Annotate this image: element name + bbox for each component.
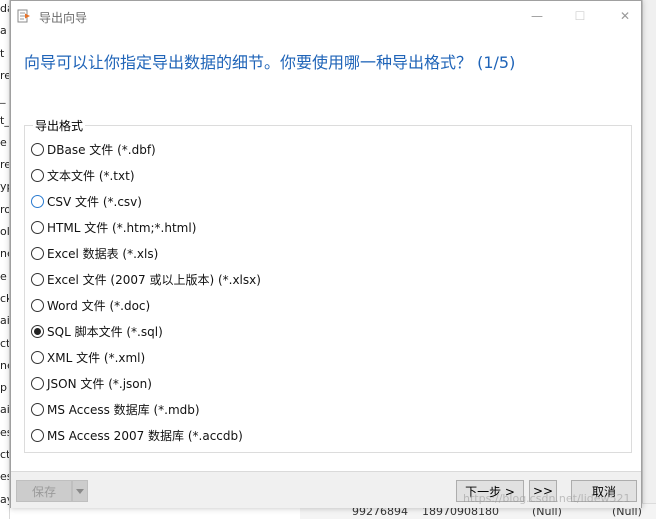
format-option-mdb[interactable]: MS Access 数据库 (*.mdb) (31, 400, 200, 418)
background-text-fragment: ro (0, 202, 10, 216)
format-option-html[interactable]: HTML 文件 (*.htm;*.html) (31, 218, 196, 236)
title-bar[interactable]: 导出向导 — ☐ ✕ (11, 1, 641, 32)
background-text-fragment: e (0, 135, 7, 149)
format-option-label: Excel 数据表 (*.xls) (47, 246, 159, 261)
format-option-csv[interactable]: CSV 文件 (*.csv) (31, 192, 142, 210)
background-text-fragment: es (0, 470, 9, 484)
background-text-fragment: _ (0, 91, 6, 105)
background-text-fragment: ct (0, 448, 10, 461)
format-option-label: DBase 文件 (*.dbf) (47, 142, 156, 157)
background-text-fragment: da (0, 2, 9, 15)
radio-icon[interactable] (31, 272, 44, 286)
format-option-xls[interactable]: Excel 数据表 (*.xls) (31, 244, 158, 262)
export-format-group-label: 导出格式 (33, 117, 86, 134)
background-text-fragment: t (0, 46, 5, 60)
window-title: 导出向导 (39, 11, 88, 25)
background-text-fragment: ol (0, 225, 10, 238)
format-option-accdb[interactable]: MS Access 2007 数据库 (*.accdb) (31, 426, 243, 444)
format-option-json[interactable]: JSON 文件 (*.json) (31, 374, 152, 392)
radio-icon[interactable] (31, 402, 44, 416)
format-option-label: SQL 脚本文件 (*.sql) (47, 324, 163, 339)
minimize-icon[interactable]: — (523, 5, 551, 27)
radio-icon[interactable] (31, 350, 44, 364)
format-option-label: MS Access 数据库 (*.mdb) (47, 402, 200, 417)
background-text-fragment: t_ (0, 113, 10, 127)
background-text-fragment: ct (0, 336, 10, 350)
background-app-left-strip: da at re _ t_e re yp ro ol ne e ck ai ct ne p ai es ct es ay (0, 0, 10, 519)
export-wizard-icon (17, 9, 30, 23)
save-button[interactable]: 保存 (16, 480, 72, 502)
format-option-txt[interactable]: 文本文件 (*.txt) (31, 166, 135, 184)
watermark-text: https://blog.csdn.net/lidew521 (463, 492, 631, 505)
wizard-heading: 向导可以让你指定导出数据的细节。你要使用哪一种导出格式？ (1/5) (24, 53, 516, 72)
chevron-down-icon (76, 488, 84, 494)
background-text-fragment: yp (0, 180, 9, 194)
format-option-sql[interactable]: SQL 脚本文件 (*.sql) (31, 322, 163, 340)
radio-icon[interactable] (31, 142, 44, 156)
radio-icon[interactable] (31, 428, 44, 442)
format-option-label: XML 文件 (*.xml) (47, 350, 146, 365)
format-option-label: CSV 文件 (*.csv) (47, 194, 142, 209)
radio-icon[interactable] (31, 168, 44, 182)
radio-icon[interactable] (31, 220, 44, 234)
radio-icon[interactable] (31, 194, 44, 208)
save-dropdown-button[interactable] (72, 480, 88, 502)
background-text-fragment: re (0, 68, 10, 82)
maximize-icon[interactable]: ☐ (566, 5, 594, 27)
format-option-label: Excel 文件 (2007 或以上版本) (*.xlsx) (47, 272, 261, 287)
format-option-label: JSON 文件 (*.json) (47, 376, 152, 391)
background-text-fragment: a (0, 24, 7, 38)
background-text-fragment: ay (0, 492, 9, 506)
format-option-label: 文本文件 (*.txt) (47, 168, 135, 183)
background-app-right-edge (642, 0, 656, 519)
background-text-fragment: ne (0, 358, 9, 372)
radio-icon[interactable] (31, 376, 44, 390)
export-wizard-dialog: 导出向导 — ☐ ✕ 向导可以让你指定导出数据的细节。你要使用哪一种导出格式？ … (10, 0, 642, 508)
background-text-fragment: ai (0, 403, 10, 417)
format-option-label: MS Access 2007 数据库 (*.accdb) (47, 428, 243, 443)
background-text-fragment: ck (0, 291, 9, 305)
close-icon[interactable]: ✕ (611, 5, 639, 27)
background-text-fragment: es (0, 425, 9, 439)
radio-icon[interactable] (31, 246, 44, 260)
format-option-dbf[interactable]: DBase 文件 (*.dbf) (31, 140, 156, 158)
format-option-doc[interactable]: Word 文件 (*.doc) (31, 296, 150, 314)
background-text-fragment: e (0, 269, 7, 283)
format-option-xml[interactable]: XML 文件 (*.xml) (31, 348, 145, 366)
format-option-xlsx[interactable]: Excel 文件 (2007 或以上版本) (*.xlsx) (31, 270, 261, 288)
radio-checked-icon[interactable] (31, 324, 44, 338)
background-text-fragment: p (0, 381, 7, 395)
radio-icon[interactable] (31, 298, 44, 312)
background-text-fragment: re (0, 158, 10, 172)
background-text-fragment: ai (0, 314, 10, 328)
format-option-label: HTML 文件 (*.htm;*.html) (47, 220, 197, 235)
format-option-label: Word 文件 (*.doc) (47, 298, 151, 313)
background-text-fragment: ne (0, 247, 9, 261)
